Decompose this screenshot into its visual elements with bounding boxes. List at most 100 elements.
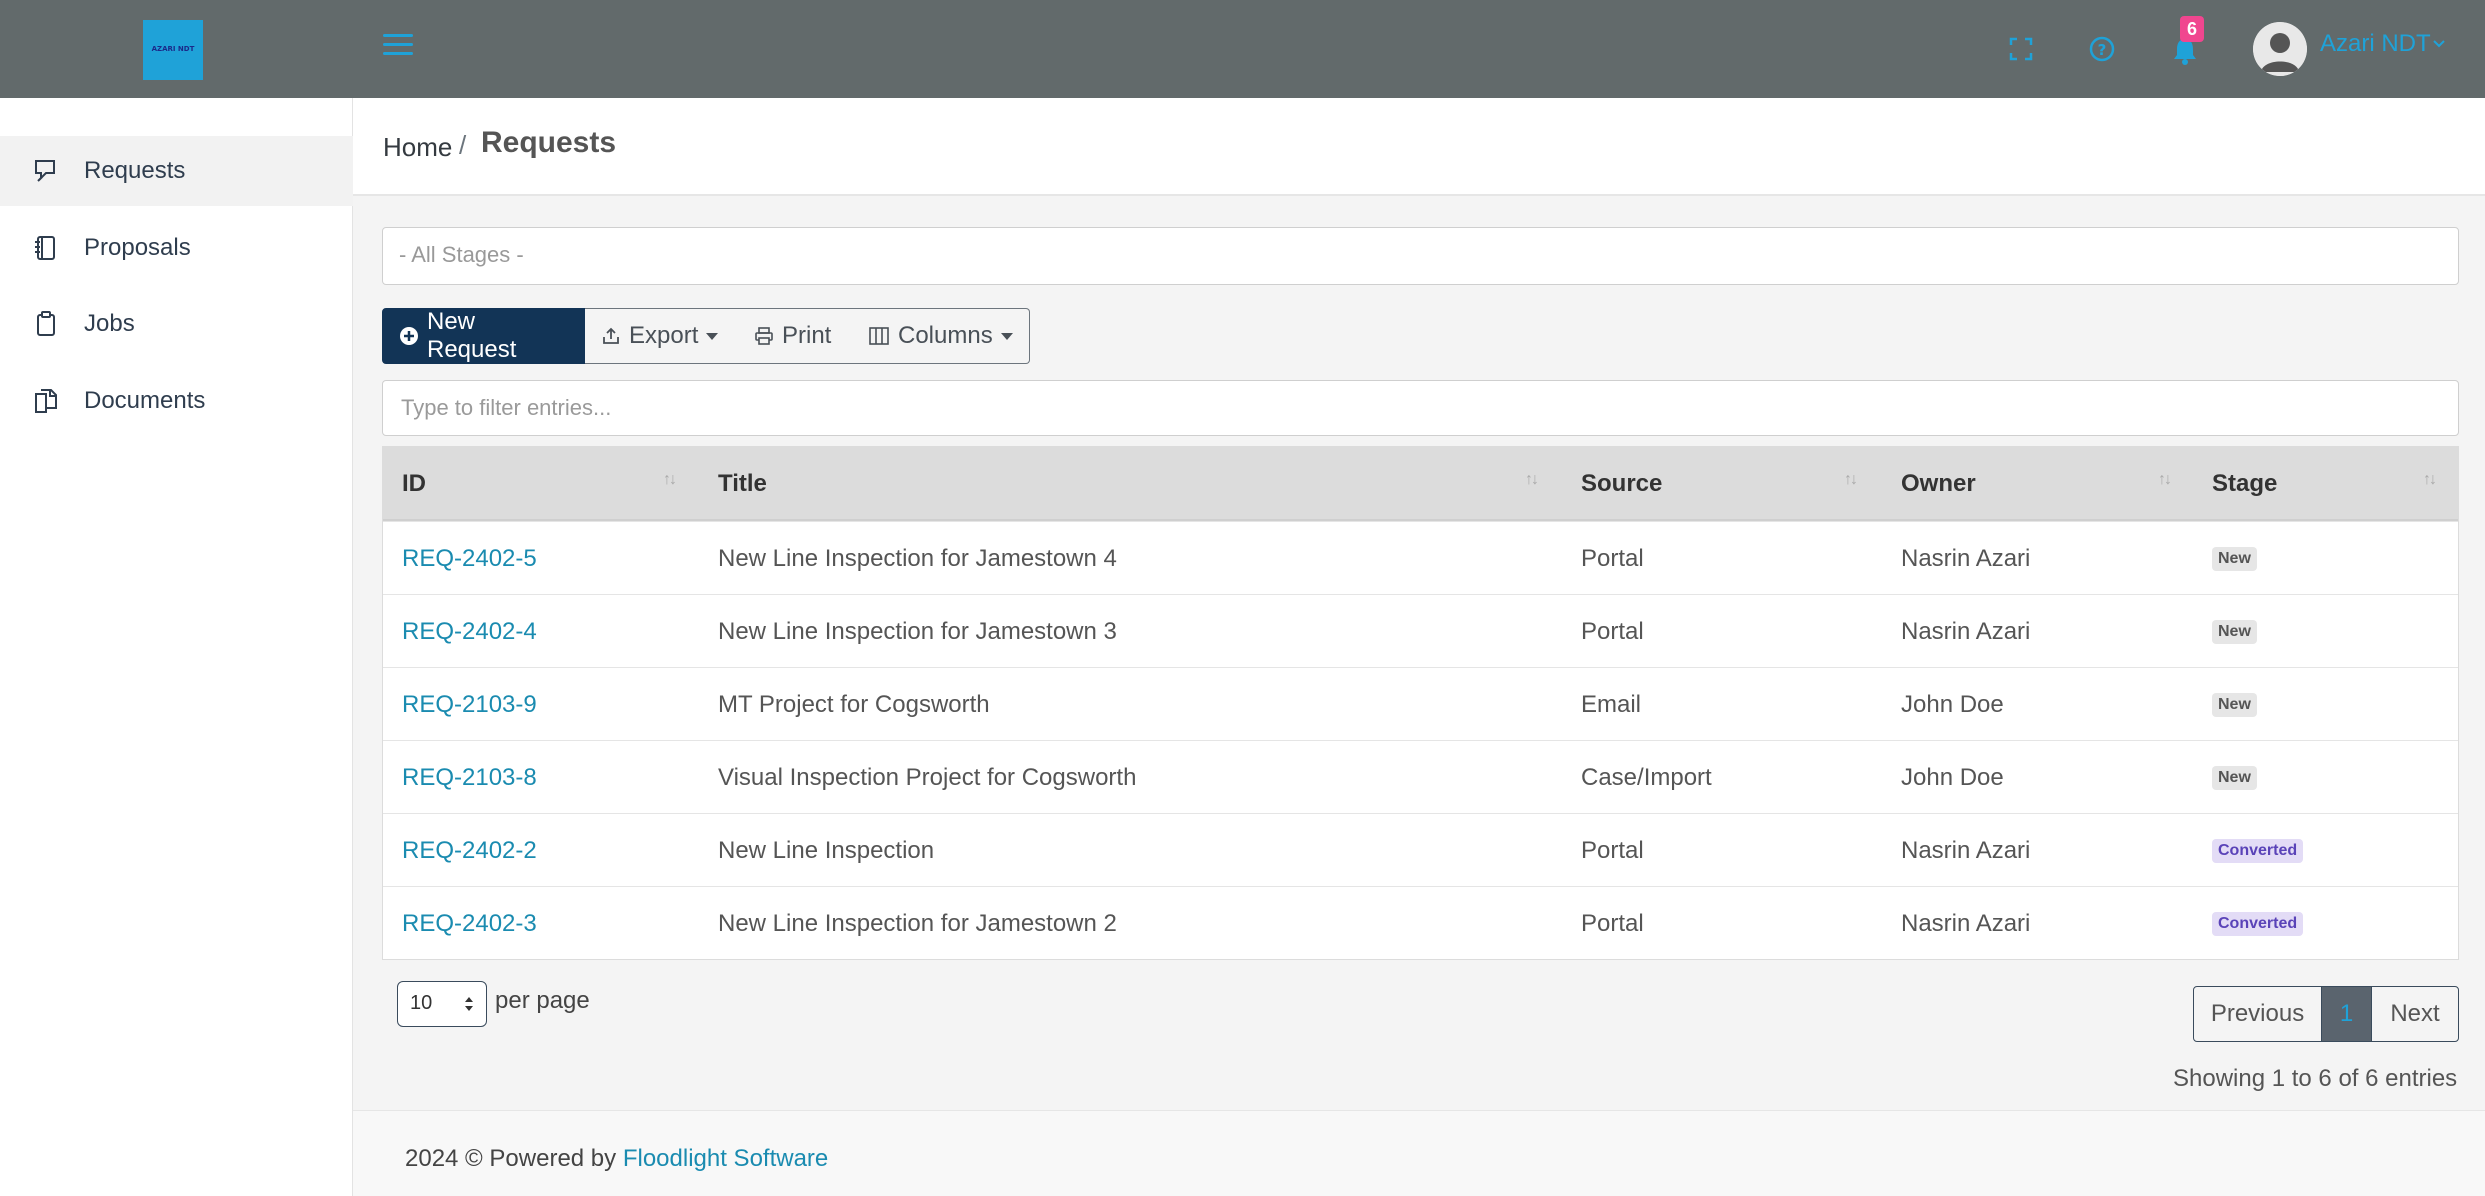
request-title: New Line Inspection for Jamestown 4 xyxy=(718,544,1117,572)
menu-toggle-icon[interactable] xyxy=(383,34,413,60)
export-label: Export xyxy=(629,322,699,349)
printer-icon xyxy=(754,326,774,346)
request-title: MT Project for Cogsworth xyxy=(718,690,990,718)
sidebar-item-label: Documents xyxy=(84,387,206,414)
request-title: Visual Inspection Project for Cogsworth xyxy=(718,763,1137,791)
columns-button[interactable]: Columns xyxy=(852,308,1030,364)
table-row[interactable]: REQ-2402-2 New Line Inspection Portal Na… xyxy=(383,813,2458,886)
request-id-link[interactable]: REQ-2402-3 xyxy=(402,887,537,960)
request-title: New Line Inspection xyxy=(718,836,935,864)
footer-copyright: 2024 © Powered by xyxy=(405,1145,617,1172)
per-page-label: per page xyxy=(495,987,590,1014)
stage-badge: New xyxy=(2212,692,2257,717)
columns-label: Columns xyxy=(898,322,993,349)
column-header-source[interactable]: Source xyxy=(1581,447,1662,521)
export-button[interactable]: Export xyxy=(585,308,739,364)
sidebar-item-label: Proposals xyxy=(84,234,191,261)
top-navbar: AZARI NDT ? 6 Azari NDT xyxy=(0,0,2485,98)
filter-entries-input[interactable]: Type to filter entries... xyxy=(382,380,2459,436)
footer-text: 2024 © Powered by Floodlight Software xyxy=(405,1145,828,1173)
request-owner: Nasrin Azari xyxy=(1901,836,2031,864)
svg-text:?: ? xyxy=(2098,41,2107,59)
footer: 2024 © Powered by Floodlight Software xyxy=(353,1110,2485,1196)
sort-icon[interactable]: ↑↓ xyxy=(663,471,677,489)
stage-badge: Converted xyxy=(2212,838,2304,863)
stage-badge: New xyxy=(2212,619,2257,644)
table-row[interactable]: REQ-2402-3 New Line Inspection for James… xyxy=(383,886,2458,959)
request-source: Portal xyxy=(1581,544,1644,572)
page-title: Requests xyxy=(481,126,617,159)
column-header-title[interactable]: Title xyxy=(718,447,767,521)
sidebar-item-documents[interactable]: Documents xyxy=(0,366,353,436)
column-header-id[interactable]: ID xyxy=(402,447,426,521)
next-page-button[interactable]: Next xyxy=(2371,986,2459,1042)
sidebar-item-requests[interactable]: Requests xyxy=(0,136,353,206)
request-source: Email xyxy=(1581,690,1642,718)
print-label: Print xyxy=(782,322,832,349)
sidebar-item-jobs[interactable]: Jobs xyxy=(0,289,353,359)
table-row[interactable]: REQ-2402-5 New Line Inspection for James… xyxy=(383,521,2458,594)
jobs-icon xyxy=(32,310,60,338)
table-header: ID ↑↓ Title ↑↓ Source ↑↓ Owner ↑↓ Stage … xyxy=(383,447,2458,521)
request-owner: Nasrin Azari xyxy=(1901,617,2031,645)
stage-filter-select[interactable]: - All Stages - xyxy=(382,227,2459,285)
request-source: Portal xyxy=(1581,617,1644,645)
notification-count-badge: 6 xyxy=(2180,16,2204,42)
plus-circle-icon xyxy=(399,326,419,346)
breadcrumb-separator: / xyxy=(459,130,467,160)
footer-link[interactable]: Floodlight Software xyxy=(623,1145,828,1172)
sort-icon[interactable]: ↑↓ xyxy=(2158,471,2172,489)
sidebar-item-label: Jobs xyxy=(84,310,135,337)
table-row[interactable]: REQ-2402-4 New Line Inspection for James… xyxy=(383,594,2458,667)
request-id-link[interactable]: REQ-2402-4 xyxy=(402,595,537,668)
request-title: New Line Inspection for Jamestown 3 xyxy=(718,617,1117,645)
sort-icon[interactable]: ↑↓ xyxy=(1525,471,1539,489)
sort-icon[interactable]: ↑↓ xyxy=(1844,471,1858,489)
new-request-button[interactable]: New Request xyxy=(382,308,586,364)
requests-icon xyxy=(32,157,60,185)
help-icon[interactable]: ? xyxy=(2087,34,2117,64)
sort-icon[interactable]: ↑↓ xyxy=(2423,471,2437,489)
table-row[interactable]: REQ-2103-9 MT Project for Cogsworth Emai… xyxy=(383,667,2458,740)
request-id-link[interactable]: REQ-2103-8 xyxy=(402,741,537,814)
page-1-button[interactable]: 1 xyxy=(2321,986,2372,1042)
company-logo[interactable]: AZARI NDT xyxy=(143,20,203,80)
sidebar-item-proposals[interactable]: Proposals xyxy=(0,213,353,283)
request-owner: John Doe xyxy=(1901,763,2004,791)
breadcrumb: Home / Requests xyxy=(353,98,2485,196)
proposals-icon xyxy=(32,234,60,262)
print-button[interactable]: Print xyxy=(738,308,853,364)
breadcrumb-home-link[interactable]: Home xyxy=(383,132,452,163)
user-name-dropdown[interactable]: Azari NDT xyxy=(2320,30,2431,58)
select-arrows-icon xyxy=(464,994,474,1020)
caret-down-icon xyxy=(706,332,719,340)
per-page-select[interactable]: 10 xyxy=(397,981,487,1027)
stage-badge: New xyxy=(2212,546,2257,571)
request-id-link[interactable]: REQ-2103-9 xyxy=(402,668,537,741)
request-owner: John Doe xyxy=(1901,690,2004,718)
columns-icon xyxy=(868,326,890,346)
request-source: Portal xyxy=(1581,836,1644,864)
request-source: Case/Import xyxy=(1581,763,1712,791)
request-owner: Nasrin Azari xyxy=(1901,544,2031,572)
table-row[interactable]: REQ-2103-8 Visual Inspection Project for… xyxy=(383,740,2458,813)
user-avatar[interactable] xyxy=(2253,22,2307,76)
request-id-link[interactable]: REQ-2402-5 xyxy=(402,522,537,595)
request-owner: Nasrin Azari xyxy=(1901,909,2031,937)
entries-count-text: Showing 1 to 6 of 6 entries xyxy=(2173,1065,2458,1092)
stage-badge: Converted xyxy=(2212,911,2304,936)
logo-text: AZARI NDT xyxy=(151,45,195,54)
caret-down-icon xyxy=(1000,332,1013,340)
column-header-owner[interactable]: Owner xyxy=(1901,447,1976,521)
request-title: New Line Inspection for Jamestown 2 xyxy=(718,909,1117,937)
chevron-down-icon[interactable] xyxy=(2432,36,2446,54)
column-header-stage[interactable]: Stage xyxy=(2212,447,2277,521)
previous-page-button[interactable]: Previous xyxy=(2193,986,2322,1042)
stage-badge: New xyxy=(2212,765,2257,790)
new-request-label: New Request xyxy=(427,308,517,363)
upload-icon xyxy=(601,326,621,346)
sidebar: Requests Proposals Jobs Documents xyxy=(0,98,353,1196)
fullscreen-icon[interactable] xyxy=(2006,34,2036,64)
requests-table: ID ↑↓ Title ↑↓ Source ↑↓ Owner ↑↓ Stage … xyxy=(382,446,2459,960)
request-id-link[interactable]: REQ-2402-2 xyxy=(402,814,537,887)
